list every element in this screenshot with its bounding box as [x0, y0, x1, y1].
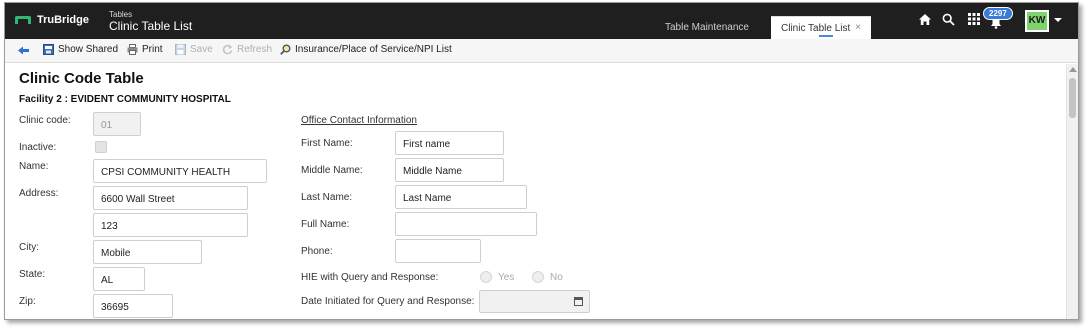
show-shared-button[interactable]: Show Shared — [43, 44, 118, 55]
back-arrow-icon — [18, 46, 29, 55]
calendar-icon[interactable] — [574, 297, 583, 306]
full-name-label: Full Name: — [301, 219, 350, 230]
refresh-icon — [222, 44, 233, 55]
main-content: Clinic Code Table Facility 2 : EVIDENT C… — [5, 64, 1067, 319]
page-title: Clinic Code Table — [19, 70, 144, 87]
city-label: City: — [19, 242, 39, 253]
printer-icon — [127, 44, 138, 55]
last-name-field[interactable]: Last Name — [395, 185, 527, 209]
hie-yes-radio[interactable] — [480, 271, 492, 283]
state-label: State: — [19, 269, 46, 280]
show-shared-label: Show Shared — [58, 44, 119, 55]
first-name-label: First Name: — [301, 138, 353, 149]
back-button[interactable] — [18, 45, 29, 56]
search-icon — [280, 44, 291, 55]
clinic-code-field[interactable]: 01 — [93, 112, 141, 136]
zip-label: Zip: — [19, 296, 36, 307]
tab-label: Clinic Table List — [781, 23, 851, 34]
hie-no-label: No — [550, 272, 563, 283]
address-label: Address: — [19, 188, 59, 199]
breadcrumb-title: Clinic Table List — [109, 19, 193, 33]
trubridge-logo-icon — [15, 16, 31, 24]
close-icon[interactable]: × — [855, 22, 861, 33]
name-field[interactable]: CPSI COMMUNITY HEALTH — [93, 159, 267, 183]
toolbar: Show Shared Print Save Refresh Insurance… — [5, 39, 1078, 63]
hie-no-radio[interactable] — [532, 271, 544, 283]
clinic-code-label: Clinic code: — [19, 115, 71, 126]
scroll-thumb[interactable] — [1069, 78, 1076, 118]
show-shared-icon — [43, 44, 54, 55]
insurance-npi-list-label: Insurance/Place of Service/NPI List — [295, 44, 452, 55]
inactive-checkbox[interactable] — [95, 141, 107, 153]
tab-table-maintenance[interactable]: Table Maintenance — [655, 16, 773, 39]
middle-name-field[interactable]: Middle Name — [395, 158, 504, 182]
print-label: Print — [142, 44, 163, 55]
facility-heading: Facility 2 : EVIDENT COMMUNITY HOSPITAL — [19, 94, 231, 105]
inactive-label: Inactive: — [19, 142, 57, 153]
full-name-field[interactable] — [395, 212, 537, 236]
tab-active-indicator — [819, 35, 833, 37]
address-line2-field[interactable]: 123 — [93, 213, 248, 237]
office-contact-heading: Office Contact Information — [301, 115, 417, 126]
top-bar: TruBridge Tables Clinic Table List Table… — [5, 3, 1078, 39]
print-button[interactable]: Print — [127, 44, 163, 55]
search-icon[interactable] — [942, 13, 955, 29]
insurance-npi-list-button[interactable]: Insurance/Place of Service/NPI List — [280, 44, 452, 55]
tab-clinic-table-list[interactable]: Clinic Table List × — [771, 16, 871, 39]
tab-label: Table Maintenance — [665, 22, 749, 33]
last-name-label: Last Name: — [301, 192, 353, 203]
app-window: TruBridge Tables Clinic Table List Table… — [4, 2, 1079, 320]
save-label: Save — [190, 44, 213, 55]
zip-field[interactable]: 36695 — [93, 294, 173, 318]
apps-grid-icon[interactable] — [968, 13, 980, 28]
vertical-scrollbar[interactable] — [1066, 64, 1078, 319]
save-icon — [175, 44, 186, 55]
scroll-up-icon[interactable] — [1069, 67, 1077, 72]
breadcrumb: Tables Clinic Table List — [109, 10, 192, 33]
breadcrumb-parent[interactable]: Tables — [109, 10, 192, 19]
middle-name-label: Middle Name: — [301, 165, 363, 176]
save-button[interactable]: Save — [175, 44, 213, 55]
chevron-down-icon[interactable] — [1054, 18, 1062, 22]
brand-name: TruBridge — [37, 14, 89, 26]
phone-label: Phone: — [301, 246, 333, 257]
phone-field[interactable] — [395, 239, 481, 263]
city-field[interactable]: Mobile — [93, 240, 202, 264]
state-field[interactable]: AL — [93, 267, 145, 291]
address-line1-field[interactable]: 6600 Wall Street — [93, 186, 248, 210]
refresh-label: Refresh — [237, 44, 273, 55]
date-initiated-field[interactable] — [479, 290, 590, 313]
avatar[interactable]: KW — [1025, 10, 1049, 32]
refresh-button[interactable]: Refresh — [222, 44, 272, 55]
name-label: Name: — [19, 161, 49, 172]
notification-badge[interactable]: 2297 — [983, 7, 1013, 20]
home-icon[interactable] — [918, 13, 932, 29]
brand-logo[interactable]: TruBridge — [15, 14, 89, 26]
hie-label: HIE with Query and Response: — [301, 272, 439, 283]
date-initiated-label: Date Initiated for Query and Response: — [301, 296, 475, 307]
first-name-field[interactable]: First name — [395, 131, 504, 155]
hie-yes-label: Yes — [498, 272, 515, 283]
